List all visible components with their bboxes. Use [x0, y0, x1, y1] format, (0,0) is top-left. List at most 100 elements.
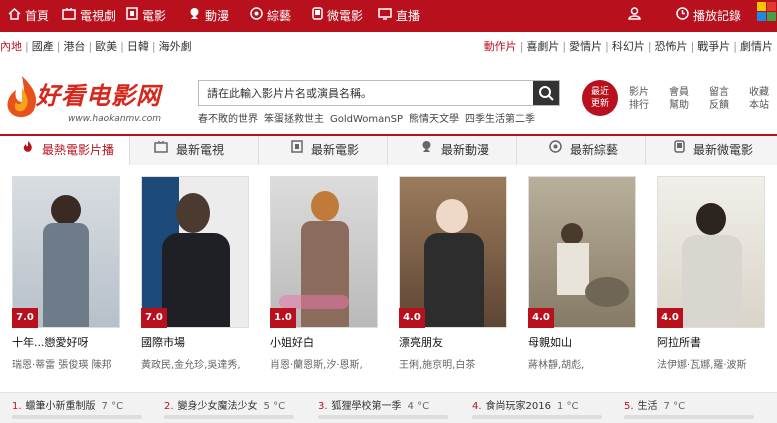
- ranking-item[interactable]: 4. 食尚玩家2016 1 °C: [472, 397, 579, 412]
- tv-icon: [154, 135, 168, 164]
- poster-figure: [311, 191, 339, 221]
- poster-figure: [561, 223, 583, 245]
- nav-home[interactable]: 首頁: [8, 0, 49, 32]
- region-link[interactable]: 國產: [32, 40, 54, 53]
- ranking-title: 食尚玩家2016: [485, 401, 551, 412]
- genre-link[interactable]: 恐怖片: [655, 40, 688, 53]
- nav-variety[interactable]: 綜藝: [250, 0, 291, 32]
- recent-update-button[interactable]: 最近 更新: [582, 80, 618, 116]
- poster-figure: [51, 195, 81, 225]
- movie-title[interactable]: 漂亮朋友: [399, 334, 519, 350]
- poster-figure: [424, 233, 484, 327]
- search-button[interactable]: [533, 81, 559, 105]
- movie-title[interactable]: 母親如山: [528, 334, 648, 350]
- micro-film-icon: [312, 0, 323, 32]
- nav-anime[interactable]: 動漫: [188, 0, 229, 32]
- nav-micro-film-label: 微電影: [327, 9, 364, 23]
- movie-poster[interactable]: [528, 176, 636, 328]
- ranking-number: 4.: [472, 401, 482, 412]
- logo-text: 好看电影网: [36, 82, 161, 110]
- rating-badge: 4.0: [528, 308, 554, 328]
- region-link[interactable]: 歐美: [95, 40, 117, 53]
- nav-user[interactable]: [628, 0, 645, 32]
- micro-film-icon: [674, 135, 685, 164]
- quick-link-feedback[interactable]: 留言 反饋: [704, 86, 734, 112]
- tab-latest-variety[interactable]: 最新綜藝: [516, 136, 645, 165]
- movie-title[interactable]: 小姐好白: [270, 334, 390, 350]
- logo-url: www.haokanmv.com: [68, 114, 161, 124]
- genre-link[interactable]: 戰爭片: [697, 40, 730, 53]
- region-link[interactable]: 海外劇: [159, 40, 192, 53]
- hotword-link[interactable]: 熊情天文學: [409, 114, 459, 125]
- ranking-item[interactable]: 5. 生活 7 °C: [624, 397, 685, 412]
- quick-link-label: 排行: [629, 100, 649, 111]
- genre-link[interactable]: 劇情片: [740, 40, 773, 53]
- movie-poster[interactable]: [270, 176, 378, 328]
- nav-history[interactable]: 播放記錄: [676, 0, 741, 32]
- quick-link-ranking[interactable]: 影片 排行: [624, 86, 654, 112]
- nav-tv-label: 電視劇: [80, 9, 117, 23]
- hotword-link[interactable]: 四季生活第二季: [465, 114, 535, 125]
- movie-poster[interactable]: [657, 176, 765, 328]
- movie-actors: 王俐,施京明,白茶: [399, 360, 476, 371]
- recent-label-line1: 最近: [590, 87, 609, 97]
- anime-icon: [420, 135, 433, 164]
- quick-link-bookmark[interactable]: 收藏 本站: [744, 86, 774, 112]
- ranking-item[interactable]: 3. 狐狸學校第一季 4 °C: [318, 397, 429, 412]
- tab-latest-film[interactable]: 最新電影: [258, 136, 387, 165]
- nav-live[interactable]: 直播: [378, 0, 420, 32]
- movie-title[interactable]: 國際市場: [141, 334, 261, 350]
- ranking-title: 生活: [637, 401, 658, 412]
- tab-latest-tv[interactable]: 最新電視: [129, 136, 258, 165]
- variety-icon: [549, 135, 562, 164]
- hotword-link[interactable]: 春不敗的世界: [198, 114, 258, 125]
- poster-figure: [436, 199, 468, 233]
- quick-link-label: 影片: [629, 87, 649, 98]
- quick-link-label: 幫助: [669, 100, 689, 111]
- site-logo[interactable]: 好看电影网 www.haokanmv.com: [2, 72, 172, 128]
- movie-poster[interactable]: [12, 176, 120, 328]
- genre-link[interactable]: 愛情片: [569, 40, 602, 53]
- tab-label: 最新電影: [311, 143, 360, 157]
- genre-link[interactable]: 動作片: [484, 40, 517, 53]
- genre-link[interactable]: 喜劇片: [526, 40, 559, 53]
- ranking-divider: [624, 415, 754, 419]
- movie-title[interactable]: 十年...戀愛好呀: [12, 334, 132, 350]
- ranking-item[interactable]: 2. 變身少女魔法少女 5 °C: [164, 397, 285, 412]
- tab-latest-anime[interactable]: 最新動漫: [387, 136, 516, 165]
- movie-actors: 法伊娜·瓦娜,羅·波斯: [657, 360, 747, 371]
- tab-label: 最熱電影片播: [42, 143, 115, 157]
- ranking-divider: [12, 415, 142, 419]
- movie-actors: 黃政民,金允珍,吳達秀,: [141, 360, 241, 371]
- hotword-link[interactable]: 笨蛋拯救世主: [264, 114, 324, 125]
- quick-link-member[interactable]: 會員 幫助: [664, 86, 694, 112]
- movie-poster[interactable]: [399, 176, 507, 328]
- tab-latest-micro-film[interactable]: 最新微電影: [645, 136, 777, 165]
- tab-label: 最新綜藝: [570, 143, 619, 157]
- tab-label: 最新微電影: [693, 143, 754, 157]
- tab-hot-movies[interactable]: 最熱電影片播: [0, 136, 129, 167]
- ranking-item[interactable]: 1. 蠟筆小新重制版 7 °C: [12, 397, 123, 412]
- film-icon: [291, 135, 303, 164]
- hotword-link[interactable]: GoldWomanSP: [330, 114, 403, 125]
- nav-film[interactable]: 電影: [126, 0, 166, 32]
- ranking-heat: 5 °C: [263, 401, 286, 412]
- rating-badge: 7.0: [12, 308, 38, 328]
- nav-tv[interactable]: 電視劇: [62, 0, 116, 32]
- movie-poster[interactable]: [141, 176, 249, 328]
- user-icon: [628, 0, 641, 32]
- home-icon: [8, 0, 21, 32]
- nav-anime-label: 動漫: [205, 9, 230, 23]
- region-link[interactable]: 日韓: [127, 40, 149, 53]
- tab-label: 最新動漫: [441, 143, 490, 157]
- movie-title[interactable]: 阿拉所書: [657, 334, 777, 350]
- ranking-divider: [318, 415, 448, 419]
- search-input[interactable]: [199, 81, 533, 105]
- anime-icon: [188, 0, 201, 32]
- region-link[interactable]: 港台: [63, 40, 85, 53]
- category-bar: 內地 | 國產 | 港台 | 歐美 | 日韓 | 海外劇 動作片 | 喜劇片 | 愛情片 | 科幻片 | 恐怖片 | 戰…: [0, 36, 777, 58]
- quick-link-label: 會員: [669, 87, 689, 98]
- nav-micro-film[interactable]: 微電影: [312, 0, 363, 32]
- genre-link[interactable]: 科幻片: [612, 40, 645, 53]
- region-link[interactable]: 內地: [0, 40, 22, 53]
